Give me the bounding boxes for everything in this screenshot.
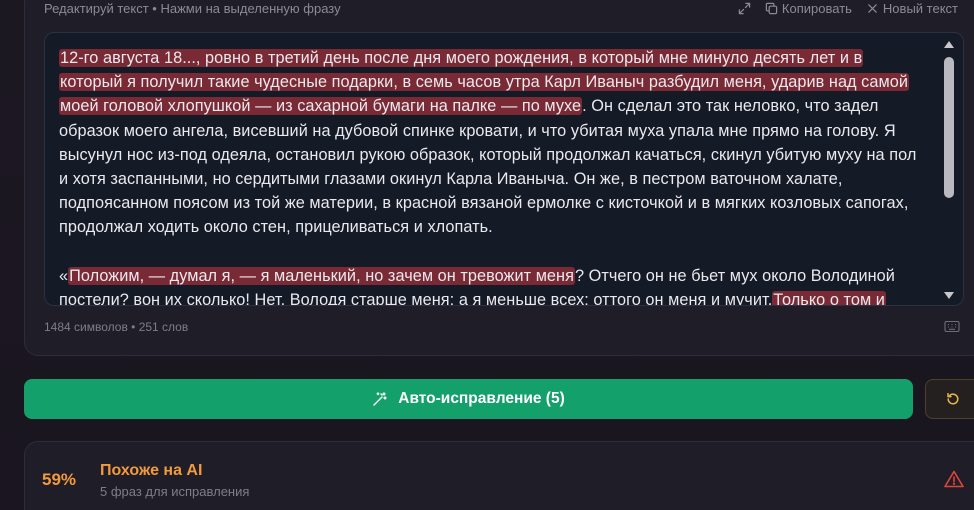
page: Редактируй текст • Нажми на выделенную ф… (0, 0, 974, 510)
triangle-up-icon (944, 40, 954, 48)
expand-button[interactable] (738, 2, 751, 15)
text-segment: . Он сделал это так неловко, что задел о… (59, 97, 917, 237)
triangle-down-icon (944, 291, 954, 299)
auto-fix-label: Авто-исправление (5) (398, 390, 565, 407)
scrollbar-thumb[interactable] (944, 57, 954, 198)
close-icon (868, 4, 877, 13)
new-text-button[interactable]: Новый текст (866, 1, 958, 16)
editor-actions: Копировать Новый текст (724, 1, 958, 16)
new-text-label: Новый текст (882, 1, 958, 16)
copy-button[interactable]: Копировать (765, 1, 852, 16)
auto-fix-button[interactable]: Авто-исправление (5) (24, 379, 913, 419)
refresh-icon (947, 392, 959, 405)
text-segment: « (59, 266, 69, 285)
editor-toolbar: Редактируй текст • Нажми на выделенную ф… (44, 0, 974, 18)
text-paragraph: 12-го августа 18..., ровно в третий день… (59, 46, 929, 240)
magic-wand-icon (373, 392, 387, 406)
copy-label: Копировать (781, 1, 852, 16)
keyboard-icon[interactable] (944, 320, 960, 333)
warning-icon (944, 470, 964, 488)
scroll-up-arrow[interactable] (943, 39, 955, 49)
text-stats: 1484 символов • 251 слов (44, 320, 189, 334)
ai-verdict-subtitle: 5 фраз для исправления (100, 484, 250, 499)
ai-percent: 59% (42, 470, 77, 489)
ai-verdict-title: Похоже на AI (100, 462, 203, 479)
copy-icon (765, 2, 778, 15)
highlighted-phrase[interactable]: Положим, — думал я, — я маленький, но за… (68, 266, 575, 285)
scrollbar[interactable] (941, 33, 957, 305)
refresh-button[interactable] (925, 379, 974, 419)
editor-hint: Редактируй текст • Нажми на выделенную ф… (44, 1, 341, 16)
scroll-down-arrow[interactable] (943, 290, 955, 300)
text-editor[interactable]: 12-го августа 18..., ровно в третий день… (44, 32, 964, 306)
editor-text[interactable]: 12-го августа 18..., ровно в третий день… (59, 46, 929, 305)
expand-icon (738, 2, 751, 15)
text-paragraph: «Положим, — думал я, — я маленький, но з… (59, 264, 929, 305)
